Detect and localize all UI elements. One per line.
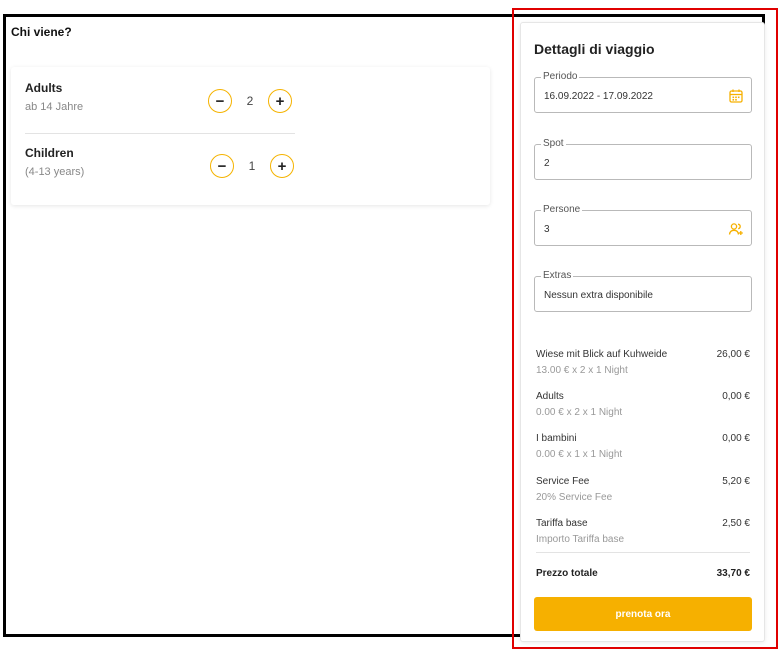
guest-row-children: Children (4-13 years) − 1 +: [25, 146, 295, 178]
people-icon[interactable]: [728, 221, 744, 237]
line-item-name: Service Fee: [536, 476, 590, 487]
price-line-item: Tariffa base Importo Tariffa base 2,50 €: [536, 518, 750, 545]
guests-card: Adults ab 14 Jahre − 2 + Children (4-13 …: [11, 67, 490, 205]
decrease-children-button[interactable]: −: [210, 154, 234, 178]
book-now-button[interactable]: prenota ora: [534, 597, 752, 631]
field-value: 2: [544, 158, 550, 169]
children-count: 1: [248, 159, 256, 173]
line-item-price: 0,00 €: [722, 391, 750, 402]
trip-details-panel: Dettagli di viaggio Periodo 16.09.2022 -…: [520, 22, 765, 642]
field-value: Nessun extra disponibile: [544, 290, 653, 301]
line-item-detail: 13.00 € x 2 x 1 Night: [536, 365, 628, 376]
total-row: Prezzo totale 33,70 €: [536, 568, 750, 579]
price-line-item: I bambini 0.00 € x 1 x 1 Night 0,00 €: [536, 433, 750, 460]
page: Chi viene? Adults ab 14 Jahre − 2 + Chil…: [0, 0, 783, 656]
panel-title: Dettagli di viaggio: [534, 41, 655, 57]
divider: [25, 133, 295, 134]
total-divider: [536, 552, 750, 553]
extras-field[interactable]: Extras Nessun extra disponibile: [534, 270, 752, 312]
line-item-detail: Importo Tariffa base: [536, 534, 625, 545]
field-label: Periodo: [541, 71, 580, 82]
field-value: 16.09.2022 - 17.09.2022: [544, 91, 653, 102]
increase-children-button[interactable]: +: [270, 154, 294, 178]
line-item-name: I bambini: [536, 433, 577, 444]
spot-field[interactable]: Spot 2: [534, 138, 752, 180]
adults-count: 2: [246, 94, 254, 108]
line-item-name: Adults: [536, 391, 564, 402]
line-item-price: 26,00 €: [716, 349, 750, 360]
line-item-price: 5,20 €: [722, 476, 750, 487]
price-line-item: Adults 0.00 € x 2 x 1 Night 0,00 €: [536, 391, 750, 418]
period-field[interactable]: Periodo 16.09.2022 - 17.09.2022: [534, 71, 752, 113]
children-stepper: − 1 +: [210, 154, 294, 178]
line-item-detail: 20% Service Fee: [536, 492, 613, 503]
price-line-item: Service Fee 20% Service Fee 5,20 €: [536, 476, 750, 503]
price-line-item: Wiese mit Blick auf Kuhweide 13.00 € x 2…: [536, 349, 750, 376]
increase-adults-button[interactable]: +: [268, 89, 292, 113]
calendar-icon[interactable]: [728, 88, 744, 104]
line-item-detail: 0.00 € x 1 x 1 Night: [536, 449, 623, 460]
field-label: Persone: [541, 204, 583, 215]
field-value: 3: [544, 224, 550, 235]
total-price: 33,70 €: [716, 568, 750, 579]
guest-row-adults: Adults ab 14 Jahre − 2 +: [25, 81, 295, 113]
adults-stepper: − 2 +: [208, 89, 292, 113]
guests-title: Chi viene?: [11, 25, 72, 39]
line-item-detail: 0.00 € x 2 x 1 Night: [536, 407, 623, 418]
field-label: Spot: [541, 138, 566, 149]
total-label: Prezzo totale: [536, 568, 598, 579]
decrease-adults-button[interactable]: −: [208, 89, 232, 113]
line-item-price: 2,50 €: [722, 518, 750, 529]
persons-field[interactable]: Persone 3: [534, 204, 752, 246]
field-label: Extras: [541, 270, 574, 281]
line-item-name: Tariffa base: [536, 518, 588, 529]
line-item-price: 0,00 €: [722, 433, 750, 444]
